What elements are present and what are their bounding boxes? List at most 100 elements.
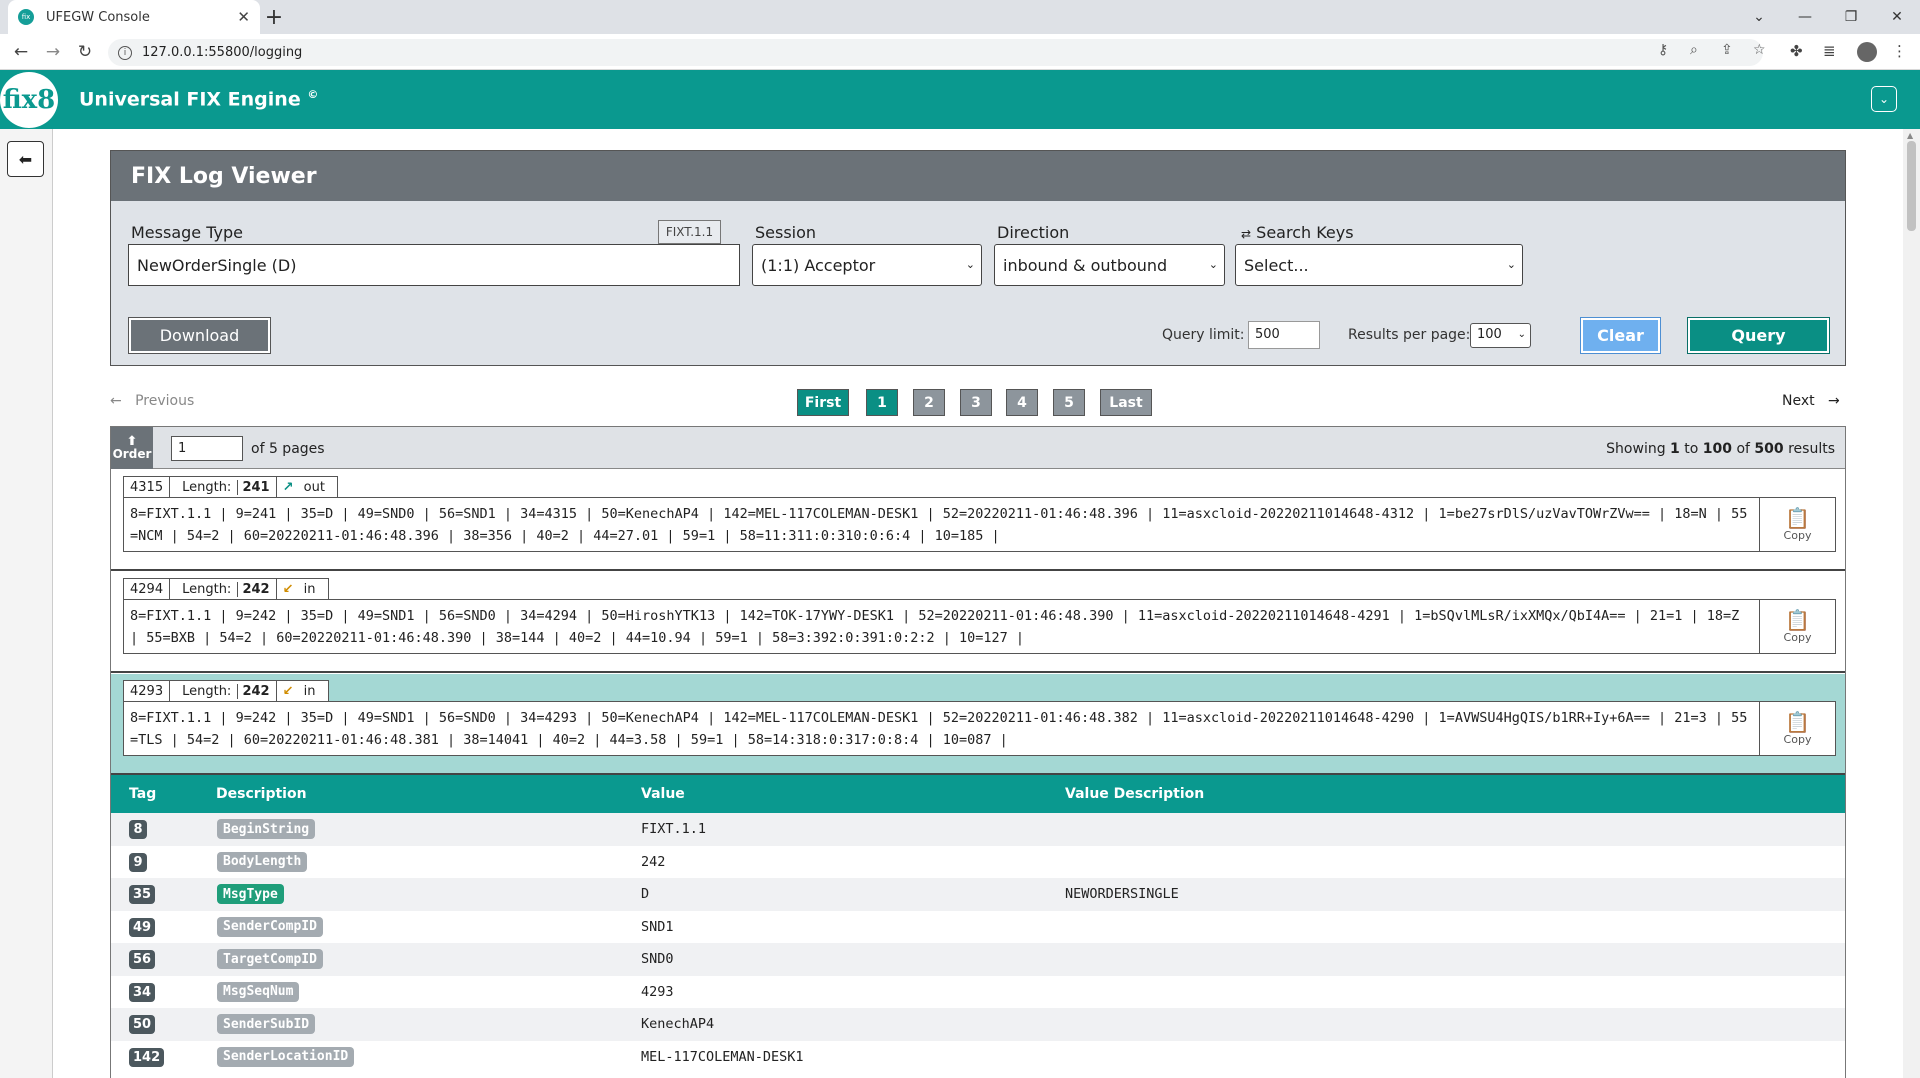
download-button[interactable]: Download — [128, 317, 271, 354]
message-length: Length: 241 — [170, 477, 277, 497]
minimize-icon[interactable]: — — [1782, 0, 1828, 34]
tag-description[interactable]: SenderLocationID — [217, 1046, 355, 1067]
first-page-button[interactable]: First — [797, 389, 849, 416]
browser-tab[interactable]: fix UFEGW Console ✕ — [8, 0, 260, 34]
tag-number: 49 — [129, 917, 156, 937]
chevron-down-icon: ⌄ — [1506, 258, 1516, 271]
tag-value: MEL-117COLEMAN-DESK1 — [641, 1048, 804, 1065]
table-row[interactable]: 8 BeginString FIXT.1.1 — [111, 813, 1845, 846]
message-body[interactable]: 8=FIXT.1.1 | 9=241 | 35=D | 49=SND0 | 56… — [123, 497, 1760, 552]
tag-number: 9 — [129, 852, 147, 872]
tab-close-icon[interactable]: ✕ — [237, 8, 250, 26]
tag-description[interactable]: TargetCompID — [217, 949, 323, 969]
tab-search-icon[interactable]: ⌄ — [1736, 0, 1782, 34]
session-select[interactable]: (1:1) Acceptor ⌄ — [752, 244, 982, 286]
tag-value: D — [641, 886, 650, 902]
table-row[interactable]: 50 SenderSubID KenechAP4 — [111, 1008, 1845, 1041]
url-field[interactable]: i 127.0.0.1:55800/logging — [108, 39, 1763, 66]
message-type-input[interactable]: NewOrderSingle (D) — [128, 244, 740, 286]
query-limit-input[interactable]: 500 — [1248, 321, 1320, 349]
header-collapse-icon[interactable]: ⌄ — [1871, 86, 1897, 112]
results-per-page-select[interactable]: 100 ⌄ — [1470, 323, 1531, 348]
table-row[interactable]: 9 BodyLength 242 — [111, 845, 1845, 878]
message-body[interactable]: 8=FIXT.1.1 | 9=242 | 35=D | 49=SND1 | 56… — [123, 599, 1760, 654]
previous-link[interactable]: ← Previous — [110, 393, 194, 409]
message-direction: ↙ in — [282, 683, 316, 699]
forward-icon[interactable]: → — [42, 41, 64, 63]
address-bar: ← → ↻ i 127.0.0.1:55800/logging ⚷ ⌕ ⇪ ☆ … — [0, 34, 1920, 70]
zoom-icon[interactable]: ⌕ — [1690, 42, 1698, 58]
sidebar-back-button[interactable]: ⬅ — [7, 141, 44, 177]
tag-description[interactable]: MsgSeqNum — [217, 981, 300, 1002]
table-row[interactable]: 35 MsgType D NEWORDERSINGLE — [111, 878, 1845, 911]
tag-description[interactable]: BodyLength — [217, 851, 308, 872]
browser-tab-bar: fix UFEGW Console ✕ + ⌄ — ❐ ✕ — [0, 0, 1920, 34]
browser-menu-icon[interactable]: ⋮ — [1892, 42, 1907, 60]
share-icon[interactable]: ⇪ — [1721, 42, 1733, 58]
table-row[interactable]: 34 MsgSeqNum 4293 — [111, 975, 1845, 1008]
app-header: fix8 Universal FIX Engine © ⌄ — [0, 70, 1920, 129]
last-page-button[interactable]: Last — [1100, 389, 1152, 416]
message-row-selected[interactable]: 4293 Length: 242 ↙ in 8=FIXT.1.1 | 9=242… — [111, 674, 1845, 775]
arrow-right-icon: → — [1827, 393, 1840, 409]
clear-button[interactable]: Clear — [1580, 317, 1661, 354]
results-toolbar: ⬆ Order 1 of 5 pages Showing 1 to 100 of … — [111, 427, 1845, 469]
page-4-button[interactable]: 4 — [1006, 389, 1038, 416]
tag-description[interactable]: BeginString — [217, 819, 316, 839]
app-title: Universal FIX Engine © — [79, 88, 319, 111]
page-2-button[interactable]: 2 — [913, 389, 945, 416]
tag-number: 142 — [129, 1047, 165, 1067]
page-number-input[interactable]: 1 — [171, 436, 243, 461]
tag-description[interactable]: MsgType — [217, 884, 284, 904]
extensions-icon[interactable]: ✤ — [1790, 42, 1803, 60]
scroll-up-icon[interactable]: ▲ — [1907, 131, 1913, 140]
search-keys-icon: ⇄ — [1241, 227, 1252, 241]
reload-icon[interactable]: ↻ — [74, 41, 96, 63]
tag-value: 242 — [641, 853, 666, 870]
message-header: 4294 Length: 242 ↙ in — [123, 578, 329, 600]
tag-description[interactable]: SenderCompID — [217, 916, 323, 937]
message-type-label: Message Type — [131, 223, 243, 242]
message-row[interactable]: 4294 Length: 242 ↙ in 8=FIXT.1.1 | 9=242… — [111, 572, 1845, 673]
message-direction: ↗ out — [282, 479, 325, 495]
scrollbar-thumb[interactable] — [1907, 141, 1916, 231]
site-info-icon[interactable]: i — [118, 45, 132, 60]
query-button[interactable]: Query — [1687, 317, 1830, 354]
copy-button[interactable]: 📋 Copy — [1760, 497, 1836, 552]
restore-icon[interactable]: ❐ — [1828, 0, 1874, 34]
close-window-icon[interactable]: ✕ — [1874, 0, 1920, 34]
tag-value: KenechAP4 — [641, 1016, 715, 1032]
table-row[interactable]: 49 SenderCompID SND1 — [111, 910, 1845, 943]
message-direction: ↙ in — [282, 581, 316, 597]
page-scrollbar[interactable]: ▲ — [1903, 129, 1920, 1078]
new-tab-icon[interactable]: + — [262, 5, 286, 30]
arrow-left-icon: ⬅ — [18, 149, 33, 169]
reading-list-icon[interactable]: ≣ — [1823, 42, 1836, 60]
arrow-left-icon: ← — [110, 393, 122, 409]
direction-select[interactable]: inbound & outbound ⌄ — [994, 244, 1225, 286]
copy-button[interactable]: 📋 Copy — [1760, 599, 1836, 654]
message-body[interactable]: 8=FIXT.1.1 | 9=242 | 35=D | 49=SND1 | 56… — [123, 701, 1760, 756]
next-link[interactable]: Next → — [1782, 393, 1840, 409]
message-row[interactable]: 4315 Length: 241 ↗ out 8=FIXT.1.1 | 9=24… — [111, 470, 1845, 571]
back-icon[interactable]: ← — [10, 41, 32, 63]
table-row[interactable]: 56 TargetCompID SND0 — [111, 943, 1845, 976]
message-seq: 4315 — [124, 477, 171, 497]
key-icon[interactable]: ⚷ — [1658, 42, 1668, 58]
page-3-button[interactable]: 3 — [960, 389, 992, 416]
copy-button[interactable]: 📋 Copy — [1760, 701, 1836, 756]
bookmark-star-icon[interactable]: ☆ — [1753, 42, 1766, 58]
results-area: ⬆ Order 1 of 5 pages Showing 1 to 100 of … — [110, 426, 1846, 1078]
tag-value: 4293 — [641, 983, 674, 1000]
table-header: Tag Description Value Value Description — [111, 775, 1845, 813]
tag-description[interactable]: SenderSubID — [217, 1014, 316, 1034]
page-5-button[interactable]: 5 — [1053, 389, 1085, 416]
clipboard-icon: 📋 — [1785, 506, 1810, 530]
order-toggle-button[interactable]: ⬆ Order — [111, 427, 153, 469]
table-row[interactable]: 142 SenderLocationID MEL-117COLEMAN-DESK1 — [111, 1040, 1845, 1073]
tag-detail-table: Tag Description Value Value Description … — [111, 775, 1845, 1073]
page-1-button[interactable]: 1 — [866, 389, 898, 416]
search-keys-select[interactable]: Select... ⌄ — [1235, 244, 1523, 286]
profile-avatar-icon[interactable] — [1857, 42, 1877, 62]
column-header-tag: Tag — [129, 786, 157, 802]
